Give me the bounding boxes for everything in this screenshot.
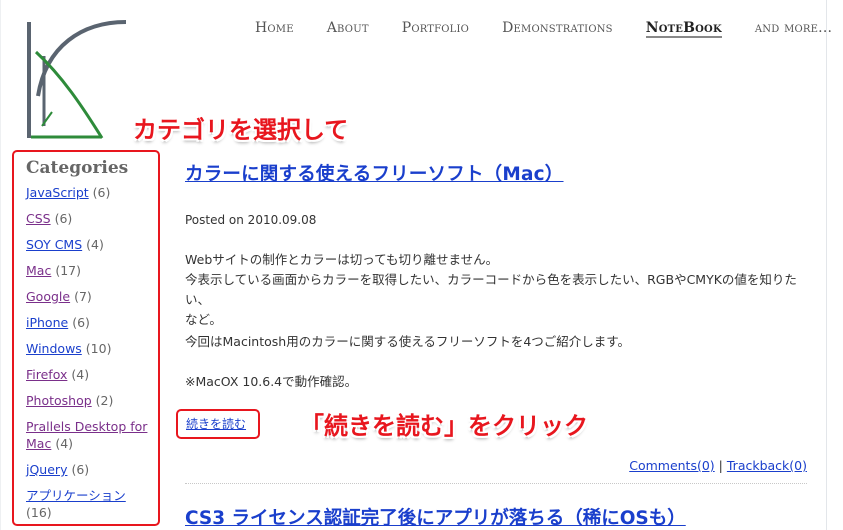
post-paragraph-1: Webサイトの制作とカラーは切っても切り離せません。 今表示している画面からカラ… (185, 250, 805, 330)
category-link-windows[interactable]: Windows (26, 341, 82, 356)
annotation-select-category: カテゴリを選択して (133, 116, 349, 144)
category-count: (6) (71, 462, 90, 477)
category-item: jQuery (6) (26, 461, 154, 478)
comments-link[interactable]: Comments(0) (629, 458, 714, 473)
category-count: (6) (72, 315, 90, 330)
post-paragraph-line: など。 (185, 312, 222, 327)
nav-home[interactable]: Home (255, 20, 294, 38)
category-count: (6) (92, 185, 111, 200)
category-count: (10) (85, 341, 112, 356)
categories-heading: Categories (26, 158, 129, 178)
nav-and-more[interactable]: and more... (755, 20, 832, 38)
category-count: (6) (54, 211, 73, 226)
post-paragraph-line: 今表示している画面からカラーを取得したい、カラーコードから色を表示したい、RGB… (185, 272, 797, 307)
category-count: (4) (55, 436, 74, 451)
nav-about[interactable]: About (327, 20, 369, 38)
nav-notebook[interactable]: NoteBook (645, 20, 722, 38)
category-count: (4) (71, 367, 90, 382)
category-item: Firefox (4) (26, 366, 154, 383)
category-count: (2) (95, 393, 114, 408)
category-item: アプリケーション (16) (26, 487, 154, 521)
category-item: JavaScript (6) (26, 184, 154, 201)
nav-portfolio[interactable]: Portfolio (402, 20, 469, 38)
category-item: CSS (6) (26, 210, 154, 227)
category-item: Photoshop (2) (26, 392, 154, 409)
category-item: Mac (17) (26, 262, 154, 279)
category-item: SOY CMS (4) (26, 236, 154, 253)
trackback-link[interactable]: Trackback(0) (727, 458, 807, 473)
logo-arc-gray (36, 20, 127, 97)
main-nav: Home About Portfolio Demonstrations Note… (255, 20, 832, 38)
post-title-link[interactable]: カラーに関する使えるフリーソフト（Mac） (185, 160, 564, 186)
nav-demonstrations[interactable]: Demonstrations (502, 20, 613, 38)
footer-separator: | (718, 458, 723, 473)
category-link-mac[interactable]: Mac (26, 263, 51, 278)
next-post-title-link[interactable]: CS3 ライセンス認証完了後にアプリが落ちる（稀にOSも） (185, 504, 686, 530)
read-more-link[interactable]: 続きを読む (186, 415, 246, 432)
category-link-parallels[interactable]: Prallels Desktop for Mac (26, 419, 147, 451)
category-link-iphone[interactable]: iPhone (26, 315, 68, 330)
category-link-applications[interactable]: アプリケーション (26, 488, 126, 503)
post-content: カラーに関する使えるフリーソフト（Mac） Posted on 2010.09.… (176, 160, 807, 529)
post-divider (185, 483, 807, 484)
category-sidebar: Categories JavaScript (6) CSS (6) SOY CM… (26, 160, 154, 530)
category-link-google[interactable]: Google (26, 289, 70, 304)
post-paragraph-2: 今回はMacintosh用のカラーに関する使えるフリーソフトを4つご紹介します。 (185, 334, 631, 349)
site-logo[interactable] (22, 16, 132, 142)
category-link-css[interactable]: CSS (26, 211, 51, 226)
annotation-click-read-more: 「続きを読む」をクリック (300, 412, 588, 440)
category-link-soy-cms[interactable]: SOY CMS (26, 237, 82, 252)
post-paragraph-3: ※MacOX 10.6.4で動作確認。 (185, 374, 358, 389)
category-count: (4) (86, 237, 104, 252)
category-count: (16) (26, 505, 52, 520)
category-item: Windows (10) (26, 340, 154, 357)
category-link-firefox[interactable]: Firefox (26, 367, 67, 382)
category-item: iPhone (6) (26, 314, 154, 331)
post-date: Posted on 2010.09.08 (185, 213, 317, 227)
category-item: Prallels Desktop for Mac (4) (26, 418, 154, 452)
category-item: Google (7) (26, 288, 154, 305)
category-link-photoshop[interactable]: Photoshop (26, 393, 92, 408)
category-link-javascript[interactable]: JavaScript (26, 185, 89, 200)
category-count: (17) (55, 263, 81, 278)
post-paragraph-line: Webサイトの制作とカラーは切っても切り離せません。 (185, 252, 499, 267)
post-footer: Comments(0) | Trackback(0) (629, 458, 807, 473)
category-link-jquery[interactable]: jQuery (26, 462, 67, 477)
category-count: (7) (74, 289, 92, 304)
